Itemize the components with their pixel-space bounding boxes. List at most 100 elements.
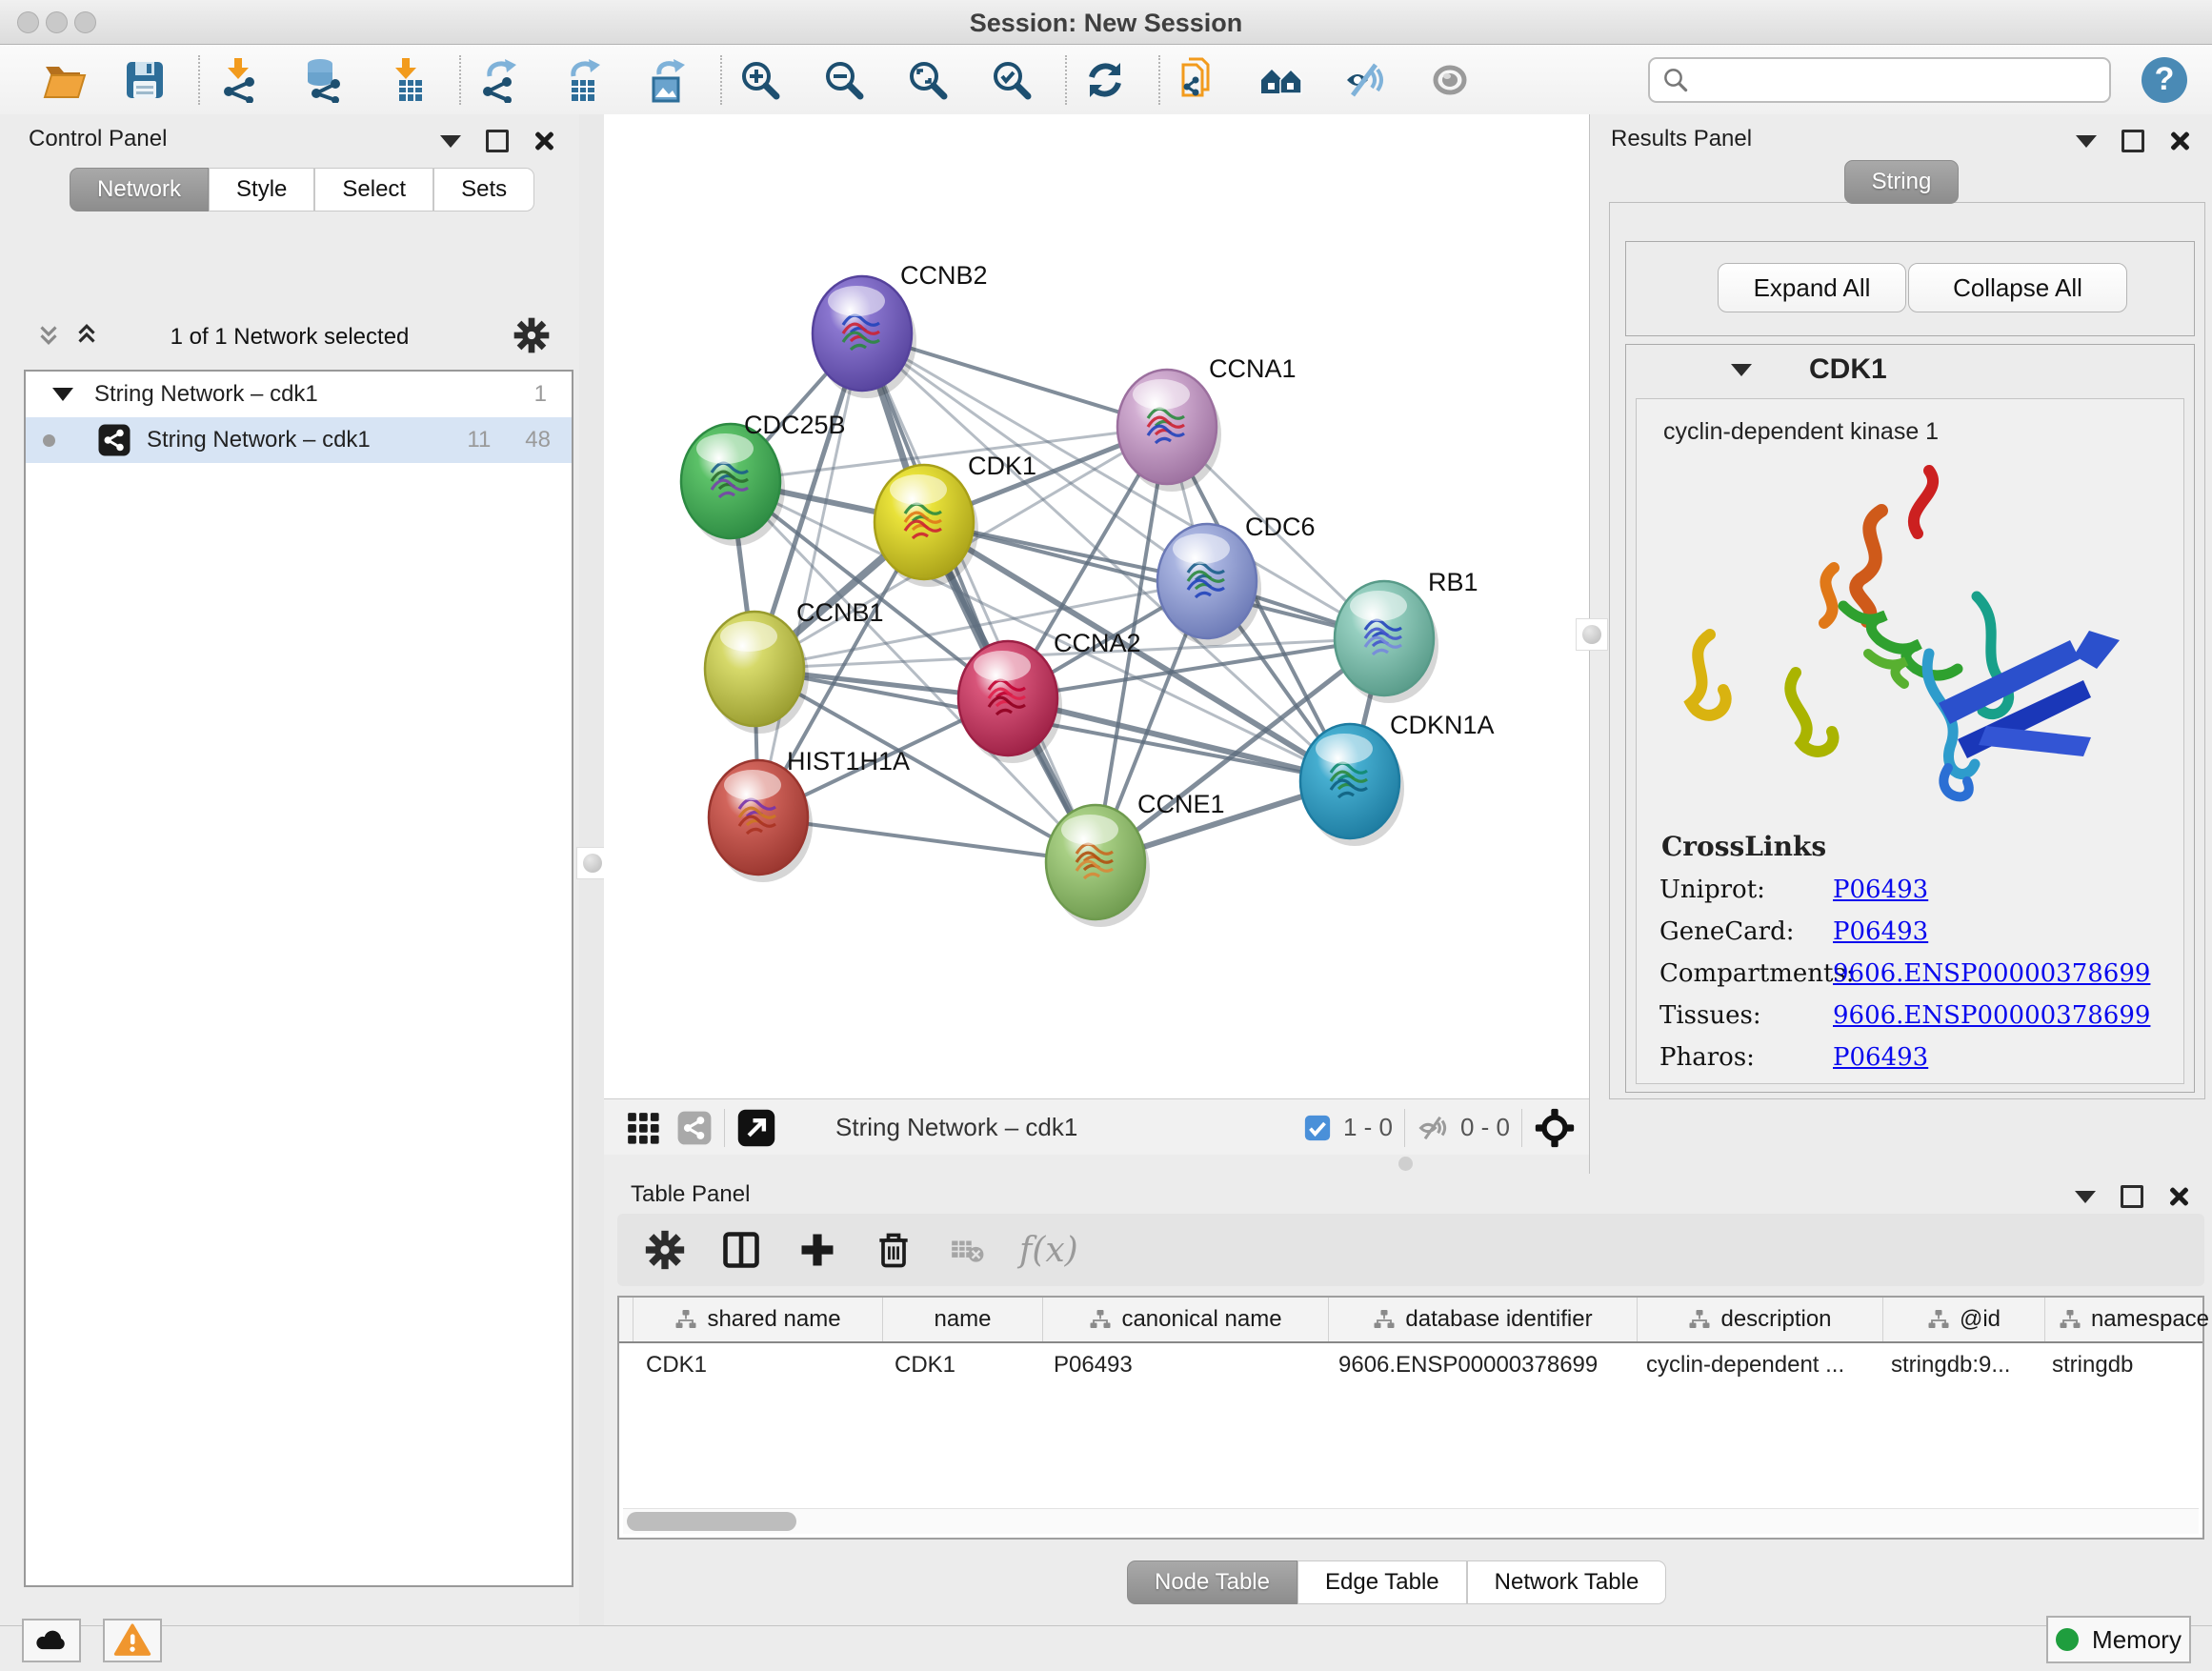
- results-panel-float-icon[interactable]: [2122, 130, 2144, 152]
- tab-sets[interactable]: Sets: [433, 168, 534, 211]
- network-canvas[interactable]: CCNB2CCNA1CDC25BCDK1CDC6RB1CCNB1CCNA2CDK…: [604, 114, 1589, 1098]
- column-header-namespace[interactable]: namespace: [2045, 1298, 2212, 1341]
- tab-style[interactable]: Style: [209, 168, 314, 211]
- refresh-icon: [1082, 57, 1128, 103]
- right-splitter-handle[interactable]: [1576, 618, 1608, 651]
- table-cell[interactable]: stringdb: [2039, 1343, 2212, 1387]
- control-panel-float-icon[interactable]: [486, 130, 509, 152]
- protein-name: CDK1: [1809, 353, 1887, 386]
- birdseye-crosshair-icon[interactable]: [1534, 1107, 1576, 1149]
- table-panel-menu-icon[interactable]: [2075, 1191, 2096, 1203]
- table-panel-float-icon[interactable]: [2121, 1185, 2143, 1208]
- tab-string[interactable]: String: [1844, 160, 1960, 204]
- table-cell[interactable]: CDK1: [881, 1343, 1040, 1387]
- zoom-fit-button[interactable]: [899, 51, 956, 109]
- search-input[interactable]: [1690, 66, 2056, 94]
- table-settings-gear-icon[interactable]: [644, 1229, 686, 1271]
- zoom-out-button[interactable]: [815, 51, 873, 109]
- import-table-file-button[interactable]: [377, 51, 434, 109]
- edge-CDK1-RB1[interactable]: [924, 522, 1384, 638]
- crosslink-link[interactable]: P06493: [1833, 917, 1928, 946]
- show-all-button[interactable]: [1254, 51, 1311, 109]
- table-cell[interactable]: stringdb:9...: [1878, 1343, 2039, 1387]
- expand-all-button[interactable]: Expand All: [1718, 263, 1906, 312]
- network-selected-summary: 1 of 1 Network selected: [0, 324, 579, 351]
- zoom-selected-icon: [989, 57, 1035, 103]
- node-CCNA1[interactable]: CCNA1: [1117, 354, 1297, 492]
- table-row[interactable]: CDK1CDK1P064939606.ENSP00000378699cyclin…: [619, 1343, 2202, 1387]
- tree-expander-icon[interactable]: [52, 388, 73, 401]
- tab-network[interactable]: Network: [70, 168, 209, 211]
- search-box[interactable]: [1648, 57, 2111, 103]
- control-panel-close-icon[interactable]: [533, 131, 553, 151]
- node-CCNB2[interactable]: CCNB2: [813, 261, 988, 398]
- show-columns-icon[interactable]: [720, 1229, 762, 1271]
- table-panel-close-icon[interactable]: [2168, 1187, 2187, 1206]
- add-column-icon[interactable]: [796, 1229, 838, 1271]
- tab-select[interactable]: Select: [314, 168, 433, 211]
- crosslink-link[interactable]: P06493: [1833, 1043, 1928, 1072]
- column-header-database-identifier[interactable]: database identifier: [1329, 1298, 1638, 1341]
- zoom-selected-button[interactable]: [983, 51, 1040, 109]
- results-panel-close-icon[interactable]: [2169, 131, 2188, 151]
- node-HIST1H1A[interactable]: HIST1H1A: [709, 747, 910, 882]
- section-expander-icon[interactable]: [1731, 364, 1752, 376]
- network-collection-row[interactable]: String Network – cdk1 1: [26, 372, 572, 417]
- save-session-button[interactable]: [116, 51, 173, 109]
- delete-column-trash-icon[interactable]: [873, 1229, 915, 1271]
- node-RB1[interactable]: RB1: [1335, 568, 1478, 703]
- network-view-share-icon[interactable]: [676, 1110, 713, 1146]
- edge-CCNB2-CCNE1[interactable]: [862, 333, 1096, 862]
- tab-network-table[interactable]: Network Table: [1467, 1560, 1667, 1604]
- apply-layout-button[interactable]: [1076, 51, 1134, 109]
- detach-view-icon[interactable]: [736, 1108, 776, 1148]
- import-network-database-button[interactable]: [293, 51, 351, 109]
- column-header-name[interactable]: name: [883, 1298, 1043, 1341]
- network-view-toolbar: String Network – cdk1 1 - 0 0 - 0: [604, 1098, 1589, 1156]
- crosslink-link[interactable]: P06493: [1833, 876, 1928, 904]
- network-options-gear-icon[interactable]: [513, 316, 551, 359]
- table-cell[interactable]: 9606.ENSP00000378699: [1325, 1343, 1633, 1387]
- crosslink-link[interactable]: 9606.ENSP00000378699: [1833, 1001, 2150, 1030]
- open-session-button[interactable]: [36, 51, 93, 109]
- column-header-shared-name[interactable]: shared name: [633, 1298, 883, 1341]
- scrollbar-thumb[interactable]: [627, 1512, 796, 1531]
- show-hidden-button[interactable]: [1421, 51, 1478, 109]
- node-CCNB1[interactable]: CCNB1: [705, 598, 884, 734]
- column-header-description[interactable]: description: [1638, 1298, 1883, 1341]
- export-image-button[interactable]: [638, 51, 695, 109]
- export-table-button[interactable]: [554, 51, 612, 109]
- warnings-button[interactable]: [103, 1619, 162, 1662]
- table-cell[interactable]: cyclin-dependent ...: [1633, 1343, 1878, 1387]
- import-network-file-button[interactable]: [210, 51, 267, 109]
- first-neighbors-button[interactable]: [1170, 51, 1227, 109]
- cloud-status-button[interactable]: [22, 1619, 81, 1662]
- hide-selected-button[interactable]: [1337, 51, 1395, 109]
- node-CCNE1[interactable]: CCNE1: [1046, 790, 1225, 927]
- control-panel-menu-icon[interactable]: [440, 135, 461, 148]
- table-cell[interactable]: CDK1: [633, 1343, 881, 1387]
- table-horizontal-scrollbar[interactable]: [623, 1508, 2199, 1534]
- column-header-canonical-name[interactable]: canonical name: [1043, 1298, 1329, 1341]
- collapse-all-button[interactable]: Collapse All: [1908, 263, 2127, 312]
- tab-node-table[interactable]: Node Table: [1127, 1560, 1297, 1604]
- memory-button[interactable]: Memory: [2046, 1616, 2191, 1663]
- results-panel-menu-icon[interactable]: [2076, 135, 2097, 148]
- export-network-button[interactable]: [471, 51, 528, 109]
- selected-checkbox-icon[interactable]: [1303, 1114, 1332, 1142]
- bottom-splitter[interactable]: [604, 1155, 1589, 1174]
- node-CDKN1A[interactable]: CDKN1A: [1300, 711, 1495, 846]
- crosslink-link[interactable]: 9606.ENSP00000378699: [1833, 959, 2150, 988]
- node-CDC6[interactable]: CDC6: [1157, 513, 1316, 646]
- zoom-in-button[interactable]: [732, 51, 789, 109]
- column-header-@id[interactable]: @id: [1883, 1298, 2045, 1341]
- bottom-splitter-handle[interactable]: [1398, 1157, 1413, 1171]
- grid-view-icon[interactable]: [625, 1110, 661, 1146]
- export-table-icon: [560, 57, 606, 103]
- tab-edge-table[interactable]: Edge Table: [1297, 1560, 1467, 1604]
- table-cell[interactable]: P06493: [1040, 1343, 1325, 1387]
- edge-CCNB2-HIST1H1A[interactable]: [758, 333, 862, 817]
- protein-section-header[interactable]: CDK1: [1626, 345, 2194, 394]
- help-button[interactable]: ?: [2142, 57, 2187, 103]
- network-row[interactable]: String Network – cdk1 11 48: [26, 417, 572, 463]
